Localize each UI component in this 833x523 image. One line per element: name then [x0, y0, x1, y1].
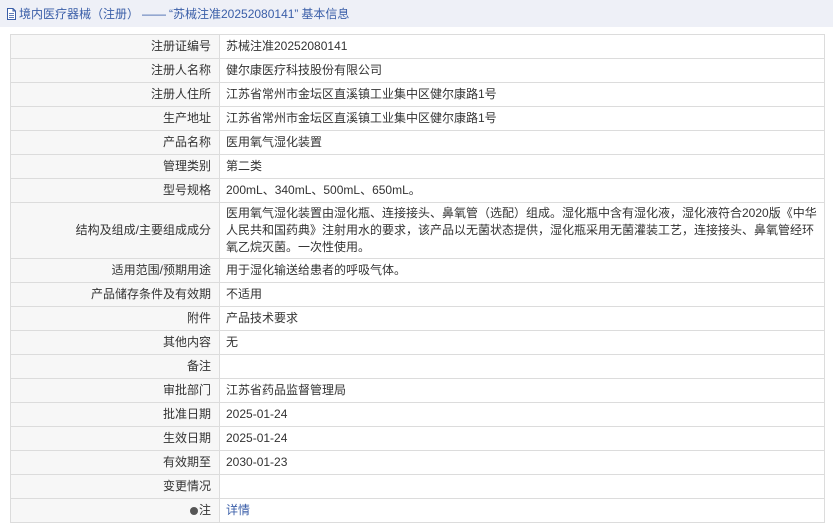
info-dot-icon	[189, 507, 198, 515]
field-label: 批准日期	[10, 402, 220, 427]
field-value: 产品技术要求	[219, 306, 825, 331]
field-label: 有效期至	[10, 450, 220, 475]
table-row: 其他内容无	[10, 330, 825, 355]
field-label: 注册人住所	[10, 82, 220, 107]
table-row: 结构及组成/主要组成成分 医用氧气湿化装置由湿化瓶、连接接头、鼻氧管（选配）组成。…	[10, 202, 825, 259]
table-row: 注册人住所 江苏省常州市金坛区直溪镇工业集中区健尔康路1号	[10, 82, 825, 107]
field-label: 管理类别	[10, 154, 220, 179]
field-label: 产品储存条件及有效期	[10, 282, 220, 307]
field-value: 健尔康医疗科技股份有限公司	[219, 58, 825, 83]
note-label: 注	[198, 503, 211, 517]
field-label: 备注	[10, 354, 220, 379]
table-row: 变更情况	[10, 474, 825, 499]
info-table: 注册证编号 苏械注准20252080141 注册人名称 健尔康医疗科技股份有限公司 …	[10, 34, 825, 523]
table-row: 注册证编号 苏械注准20252080141	[10, 34, 825, 59]
header-category: 境内医疗器械（注册）	[19, 7, 140, 21]
field-value: 2030-01-23	[219, 450, 825, 475]
table-row: 生效日期 2025-01-24	[10, 426, 825, 451]
header-section: 基本信息	[301, 7, 350, 21]
field-label: 审批部门	[10, 378, 220, 403]
field-value: 江苏省常州市金坛区直溪镇工业集中区健尔康路1号	[219, 106, 825, 131]
field-value: 用于湿化输送给患者的呼吸气体。	[219, 258, 825, 283]
field-label: 生产地址	[10, 106, 220, 131]
info-table-container: 注册证编号 苏械注准20252080141 注册人名称 健尔康医疗科技股份有限公司 …	[10, 34, 825, 523]
document-icon	[6, 7, 17, 20]
table-row: 适用范围/预期用途 用于湿化输送给患者的呼吸气体。	[10, 258, 825, 283]
table-row: 型号规格 200mL、340mL、500mL、650mL。	[10, 178, 825, 203]
field-label: 生效日期	[10, 426, 220, 451]
table-row: 产品储存条件及有效期 不适用	[10, 282, 825, 307]
field-value	[219, 474, 825, 499]
details-link[interactable]: 详情	[226, 503, 250, 517]
field-value: 无	[219, 330, 825, 355]
field-label: 变更情况	[10, 474, 220, 499]
field-value: 第二类	[219, 154, 825, 179]
field-label: 注册人名称	[10, 58, 220, 83]
field-label: 适用范围/预期用途	[10, 258, 220, 283]
field-value: 2025-01-24	[219, 402, 825, 427]
field-value	[219, 354, 825, 379]
table-row: 产品名称 医用氧气湿化装置	[10, 130, 825, 155]
field-label: 注册证编号	[10, 34, 220, 59]
field-value: 医用氧气湿化装置	[219, 130, 825, 155]
table-row: 注册人名称 健尔康医疗科技股份有限公司	[10, 58, 825, 83]
field-value: 江苏省药品监督管理局	[219, 378, 825, 403]
table-row: 审批部门 江苏省药品监督管理局	[10, 378, 825, 403]
header-separator: ——	[142, 6, 167, 21]
table-row: 附件 产品技术要求	[10, 306, 825, 331]
field-value: 2025-01-24	[219, 426, 825, 451]
table-row: 生产地址 江苏省常州市金坛区直溪镇工业集中区健尔康路1号	[10, 106, 825, 131]
field-value: 不适用	[219, 282, 825, 307]
field-value: 200mL、340mL、500mL、650mL。	[219, 178, 825, 203]
table-row: 批准日期 2025-01-24	[10, 402, 825, 427]
page-header: 境内医疗器械（注册） —— “苏械注准20252080141” 基本信息	[0, 0, 833, 27]
field-value: 苏械注准20252080141	[219, 34, 825, 59]
field-label: 型号规格	[10, 178, 220, 203]
field-label: 附件	[10, 306, 220, 331]
table-row: 有效期至 2030-01-23	[10, 450, 825, 475]
table-row: 备注	[10, 354, 825, 379]
field-label: 产品名称	[10, 130, 220, 155]
field-value: 江苏省常州市金坛区直溪镇工业集中区健尔康路1号	[219, 82, 825, 107]
table-row: 管理类别 第二类	[10, 154, 825, 179]
field-value: 医用氧气湿化装置由湿化瓶、连接接头、鼻氧管（选配）组成。湿化瓶中含有湿化液，湿化…	[219, 202, 825, 259]
field-label: 结构及组成/主要组成成分	[10, 202, 220, 259]
field-label: 其他内容	[10, 330, 220, 355]
header-registration-number: “苏械注准20252080141”	[169, 7, 299, 21]
